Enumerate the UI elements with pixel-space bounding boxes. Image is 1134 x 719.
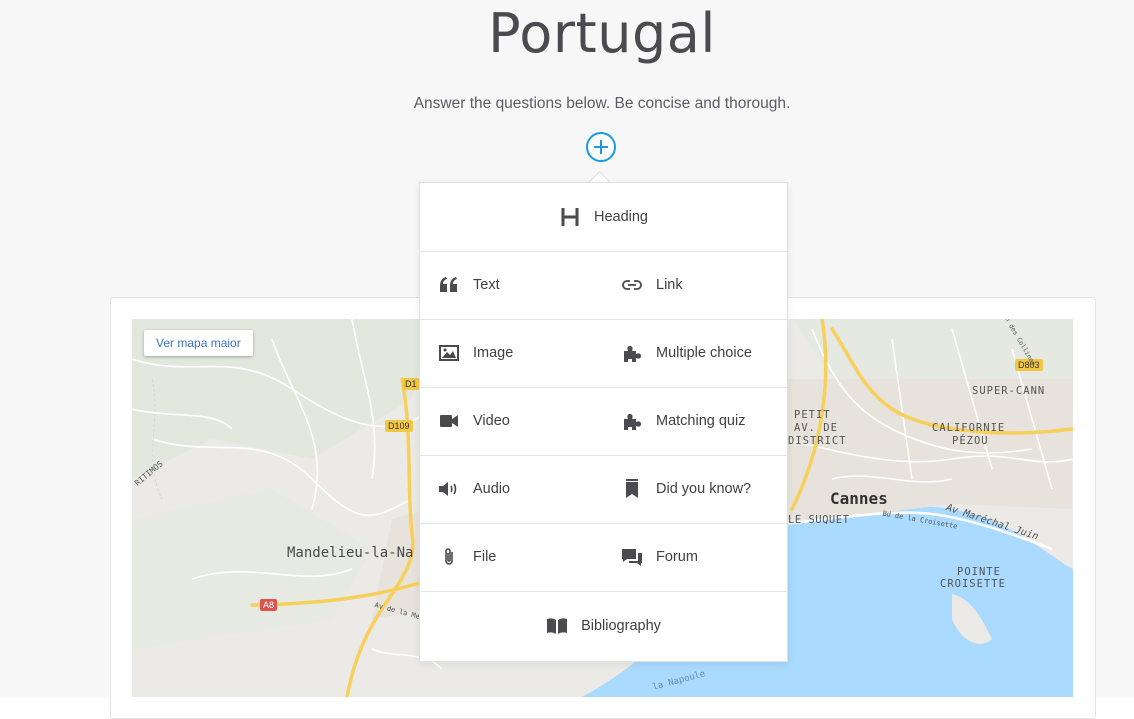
map-label-le-suquet: LE SUQUET: [788, 514, 850, 526]
map-label-cannes: Cannes: [830, 489, 888, 508]
menu-label-audio: Audio: [473, 481, 511, 497]
road-tag-d1: D1: [402, 378, 420, 390]
menu-label-file: File: [473, 549, 497, 565]
map-label-petit: PETIT: [794, 409, 831, 421]
menu-label-link: Link: [656, 277, 683, 293]
menu-row-heading: Heading: [420, 183, 787, 252]
speaker-icon: [438, 478, 460, 500]
menu-label-video: Video: [473, 413, 510, 429]
map-label-petit-av: AV. DE: [794, 422, 838, 434]
plus-icon: [594, 140, 608, 154]
menu-row-video-matching: Video Matching quiz: [420, 387, 787, 456]
image-icon: [438, 342, 460, 364]
menu-row-file-forum: File Forum: [420, 523, 787, 592]
menu-label-text: Text: [473, 277, 500, 293]
menu-item-file[interactable]: File: [438, 546, 496, 568]
puzzle-icon: [621, 410, 643, 432]
menu-label-matching-quiz: Matching quiz: [656, 413, 746, 429]
map-label-super-cannes: SUPER-CANN: [972, 385, 1046, 397]
menu-item-text[interactable]: Text: [438, 274, 500, 296]
menu-item-video[interactable]: Video: [438, 410, 510, 432]
menu-label-did-you-know: Did you know?: [656, 481, 752, 497]
road-tag-d109: D109: [385, 420, 413, 432]
map-label-mandelieu: Mandelieu-la-Na: [287, 545, 414, 561]
link-icon: [621, 274, 643, 296]
quote-icon: [438, 274, 460, 296]
menu-item-forum[interactable]: Forum: [621, 546, 698, 568]
menu-item-heading[interactable]: Heading: [420, 206, 787, 228]
road-tag-a8: A8: [260, 599, 278, 611]
menu-row-image-mc: Image Multiple choice: [420, 319, 787, 388]
menu-row-text-link: Text Link: [420, 251, 787, 320]
menu-item-matching-quiz[interactable]: Matching quiz: [621, 410, 745, 432]
menu-item-multiple-choice[interactable]: Multiple choice: [621, 342, 752, 364]
menu-row-bibliography: Bibliography: [420, 591, 787, 661]
page-title: Portugal: [488, 2, 716, 65]
map-label-district: DISTRICT: [788, 435, 847, 447]
view-larger-map-button[interactable]: Ver mapa maior: [144, 330, 253, 356]
map-label-pezou: PÉZOU: [952, 435, 989, 447]
menu-label-heading: Heading: [593, 209, 648, 225]
puzzle-icon: [621, 342, 643, 364]
menu-item-image[interactable]: Image: [438, 342, 513, 364]
add-block-menu: Heading Text Link Image Multiple choice …: [419, 182, 788, 662]
video-camera-icon: [438, 410, 460, 432]
heading-icon: [559, 206, 581, 228]
bookmark-icon: [621, 478, 643, 500]
map-label-californie: CALIFORNIE: [932, 422, 1006, 434]
menu-label-bibliography: Bibliography: [581, 618, 661, 634]
menu-item-audio[interactable]: Audio: [438, 478, 510, 500]
menu-label-forum: Forum: [656, 549, 698, 565]
map-label-croisette: CROISETTE: [940, 578, 1006, 590]
menu-item-bibliography[interactable]: Bibliography: [420, 615, 787, 637]
chat-bubbles-icon: [621, 546, 643, 568]
map-label-pointe: POINTE: [957, 566, 1001, 578]
menu-label-multiple-choice: Multiple choice: [656, 345, 752, 361]
paperclip-icon: [438, 546, 460, 568]
menu-item-link[interactable]: Link: [621, 274, 683, 296]
open-book-icon: [546, 615, 568, 637]
add-block-button[interactable]: [586, 132, 616, 162]
menu-item-did-you-know[interactable]: Did you know?: [621, 478, 751, 500]
menu-label-image: Image: [473, 345, 514, 361]
menu-row-audio-dyk: Audio Did you know?: [420, 455, 787, 524]
page-subtitle: Answer the questions below. Be concise a…: [413, 95, 791, 112]
